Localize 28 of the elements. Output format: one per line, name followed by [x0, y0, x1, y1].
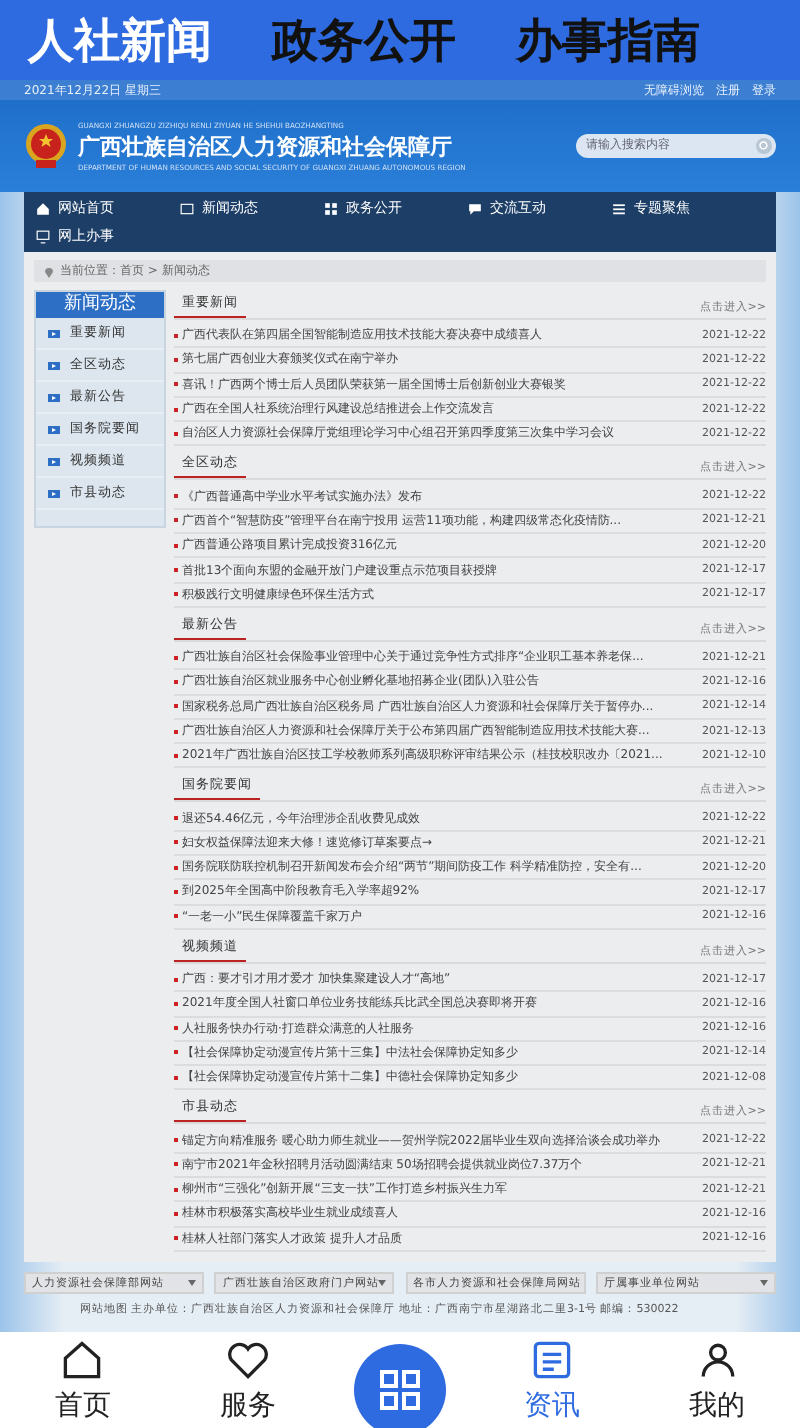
emblem-icon: [24, 122, 68, 170]
arrow-icon: [48, 489, 60, 497]
list-icon: [612, 201, 626, 215]
bottom-tab[interactable]: 首页: [22, 1336, 143, 1424]
arrow-icon: [48, 457, 60, 465]
grid-icon: [324, 201, 338, 215]
category-tab[interactable]: 办事指南: [516, 9, 700, 71]
bottom-tab[interactable]: 资讯: [491, 1336, 612, 1424]
caret-icon: [188, 1279, 196, 1286]
caret-icon: [378, 1279, 387, 1286]
site-title: 广西壮族自治区人力资源和社会保障厅: [78, 131, 454, 161]
arrow-icon: [48, 425, 60, 433]
arrow-icon: [48, 329, 60, 337]
sidebar-title: 新闻动态: [36, 292, 164, 318]
scan-button[interactable]: [353, 1344, 446, 1428]
grid-icon: [377, 1368, 422, 1412]
newspaper-icon: [180, 201, 194, 215]
monitor-icon: [36, 229, 50, 243]
location-pin-icon: [44, 265, 54, 277]
category-tab[interactable]: 人社新闻: [28, 9, 212, 71]
chat-icon: [468, 201, 482, 215]
bottom-tab[interactable]: 我的: [657, 1336, 778, 1424]
category-tab[interactable]: 政务公开: [272, 9, 456, 71]
arrow-icon: [48, 361, 60, 369]
bottom-tab[interactable]: 服务: [188, 1336, 309, 1424]
arrow-icon: [48, 393, 60, 401]
house-icon: [36, 201, 50, 215]
caret-icon: [759, 1279, 768, 1286]
